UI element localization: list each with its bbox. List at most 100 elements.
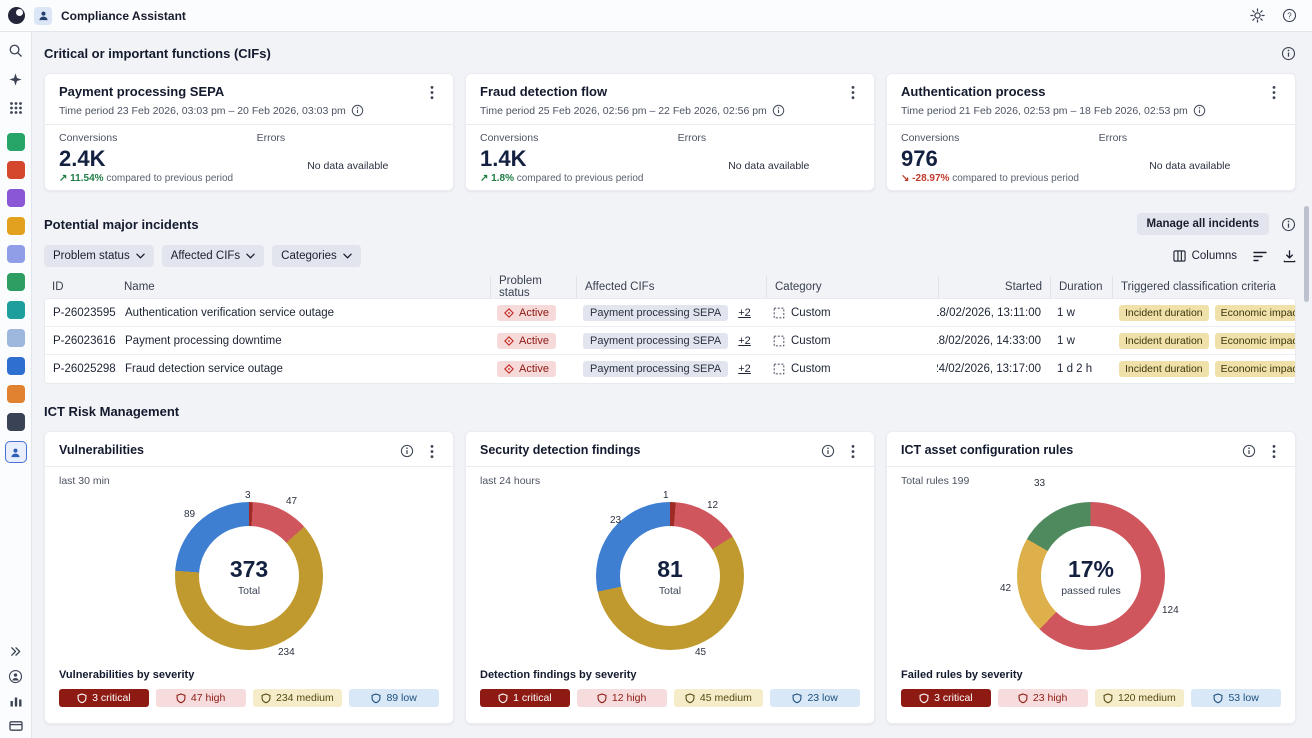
donut-ring[interactable]: 17% passed rules bbox=[1017, 502, 1165, 650]
severity-chip-high[interactable]: 23 high bbox=[998, 689, 1088, 707]
sidebar-app-active-compliance[interactable] bbox=[5, 441, 27, 463]
segment-label: 234 bbox=[278, 647, 295, 658]
incidents-section: Potential major incidents Manage all inc… bbox=[44, 213, 1296, 384]
criteria-chip[interactable]: Economic impact bbox=[1215, 333, 1295, 349]
manage-all-incidents-button[interactable]: Manage all incidents bbox=[1137, 213, 1269, 235]
sidebar-app-7[interactable] bbox=[7, 301, 25, 319]
filter-categories[interactable]: Categories bbox=[272, 245, 361, 267]
shield-icon bbox=[261, 693, 271, 704]
sparkle-icon[interactable] bbox=[8, 71, 24, 87]
cif-chip[interactable]: Payment processing SEPA bbox=[583, 333, 728, 349]
sidebar-app-6[interactable] bbox=[7, 273, 25, 291]
card-info-icon[interactable] bbox=[400, 444, 415, 459]
activity-chart-icon[interactable] bbox=[8, 693, 24, 709]
sidebar-app-1[interactable] bbox=[7, 133, 25, 151]
sidebar-app-5[interactable] bbox=[7, 245, 25, 263]
shield-icon bbox=[1103, 693, 1113, 704]
filter-affected-cifs[interactable]: Affected CIFs bbox=[162, 245, 264, 267]
sidebar-app-8[interactable] bbox=[7, 329, 25, 347]
sidebar-app-11[interactable] bbox=[7, 413, 25, 431]
col-header-problem-status[interactable]: Problem status bbox=[490, 276, 576, 298]
row-density-icon[interactable] bbox=[1253, 251, 1267, 262]
sidebar-app-10[interactable] bbox=[7, 385, 25, 403]
search-icon[interactable] bbox=[8, 42, 24, 58]
cif-card-title: Fraud detection flow bbox=[480, 84, 607, 99]
col-header-criteria[interactable]: Triggered classification criteria bbox=[1112, 276, 1296, 298]
donut-center-value: 373 bbox=[230, 556, 268, 583]
severity-chip-medium[interactable]: 45 medium bbox=[674, 689, 764, 707]
severity-chip-low[interactable]: 89 low bbox=[349, 689, 439, 707]
more-cifs-link[interactable]: +2 bbox=[738, 363, 751, 375]
cif-info-icon[interactable] bbox=[1281, 46, 1296, 61]
col-header-category[interactable]: Category bbox=[766, 276, 938, 298]
columns-button[interactable]: Columns bbox=[1173, 250, 1237, 262]
period-info-icon[interactable] bbox=[1193, 104, 1206, 117]
col-header-started[interactable]: Started bbox=[938, 276, 1050, 298]
sidebar-app-2[interactable] bbox=[7, 161, 25, 179]
sidebar-app-9[interactable] bbox=[7, 357, 25, 375]
severity-chip-high[interactable]: 12 high bbox=[577, 689, 667, 707]
scrollbar-thumb[interactable] bbox=[1304, 206, 1309, 302]
card-subtitle: Total rules 199 bbox=[901, 475, 1281, 487]
severity-section-title: Vulnerabilities by severity bbox=[59, 669, 439, 681]
ict-section-title: ICT Risk Management bbox=[44, 404, 1296, 419]
card-subtitle: last 30 min bbox=[59, 475, 439, 487]
kebab-menu-icon[interactable] bbox=[846, 443, 860, 459]
trend-text: ↗ 1.8% compared to previous period bbox=[480, 173, 678, 184]
more-cifs-link[interactable]: +2 bbox=[738, 307, 751, 319]
cell-started: 18/02/2026, 14:33:00 bbox=[937, 335, 1049, 347]
table-row[interactable]: P-26023616 Payment processing downtime A… bbox=[45, 327, 1295, 355]
ict-card-asset-configuration-rules: ICT asset configuration rules Total rule… bbox=[886, 431, 1296, 724]
cif-chip[interactable]: Payment processing SEPA bbox=[583, 305, 728, 321]
account-icon[interactable] bbox=[8, 668, 24, 684]
period-info-icon[interactable] bbox=[351, 104, 364, 117]
kebab-menu-icon[interactable] bbox=[1267, 84, 1281, 100]
table-row[interactable]: P-26023595 Authentication verification s… bbox=[45, 299, 1295, 327]
col-header-duration[interactable]: Duration bbox=[1050, 276, 1112, 298]
sidebar-app-3[interactable] bbox=[7, 189, 25, 207]
sidebar-app-4[interactable] bbox=[7, 217, 25, 235]
settings-icon[interactable] bbox=[1248, 7, 1266, 25]
col-header-name[interactable]: Name bbox=[116, 276, 490, 298]
period-info-icon[interactable] bbox=[772, 104, 785, 117]
severity-chip-critical[interactable]: 1 critical bbox=[480, 689, 570, 707]
card-info-icon[interactable] bbox=[1242, 444, 1257, 459]
donut-ring[interactable]: 373 Total bbox=[175, 502, 323, 650]
severity-chip-medium[interactable]: 234 medium bbox=[253, 689, 343, 707]
problem-diamond-icon bbox=[504, 308, 514, 318]
dynatrace-logo[interactable] bbox=[8, 7, 25, 24]
kebab-menu-icon[interactable] bbox=[425, 443, 439, 459]
col-header-id[interactable]: ID bbox=[44, 276, 116, 298]
severity-chip-low[interactable]: 23 low bbox=[770, 689, 860, 707]
criteria-chip[interactable]: Economic impact bbox=[1215, 361, 1295, 377]
archive-icon[interactable] bbox=[8, 718, 24, 734]
criteria-chip[interactable]: Economic impact bbox=[1215, 305, 1295, 321]
cell-category: Custom bbox=[765, 363, 937, 375]
cif-chip[interactable]: Payment processing SEPA bbox=[583, 361, 728, 377]
kebab-menu-icon[interactable] bbox=[425, 84, 439, 100]
severity-chip-high[interactable]: 47 high bbox=[156, 689, 246, 707]
cell-criteria: Incident duration Economic impact bbox=[1111, 361, 1295, 377]
severity-chip-medium[interactable]: 120 medium bbox=[1095, 689, 1185, 707]
kebab-menu-icon[interactable] bbox=[1267, 443, 1281, 459]
criteria-chip[interactable]: Incident duration bbox=[1119, 305, 1209, 321]
cell-criteria: Incident duration Economic impact bbox=[1111, 333, 1295, 349]
severity-chip-low[interactable]: 53 low bbox=[1191, 689, 1281, 707]
apps-grid-icon[interactable] bbox=[8, 100, 24, 116]
incidents-info-icon[interactable] bbox=[1281, 217, 1296, 232]
help-icon[interactable]: ? bbox=[1280, 7, 1298, 25]
status-badge: Active bbox=[497, 361, 556, 377]
kebab-menu-icon[interactable] bbox=[846, 84, 860, 100]
severity-chip-critical[interactable]: 3 critical bbox=[59, 689, 149, 707]
download-icon[interactable] bbox=[1283, 250, 1296, 263]
card-info-icon[interactable] bbox=[821, 444, 836, 459]
trend-text: ↘ -28.97% compared to previous period bbox=[901, 173, 1099, 184]
filter-problem-status[interactable]: Problem status bbox=[44, 245, 154, 267]
criteria-chip[interactable]: Incident duration bbox=[1119, 361, 1209, 377]
expand-sidebar-icon[interactable] bbox=[8, 643, 24, 659]
severity-chip-critical[interactable]: 3 critical bbox=[901, 689, 991, 707]
table-row[interactable]: P-26025298 Fraud detection service outag… bbox=[45, 355, 1295, 383]
more-cifs-link[interactable]: +2 bbox=[738, 335, 751, 347]
col-header-affected-cifs[interactable]: Affected CIFs bbox=[576, 276, 766, 298]
criteria-chip[interactable]: Incident duration bbox=[1119, 333, 1209, 349]
